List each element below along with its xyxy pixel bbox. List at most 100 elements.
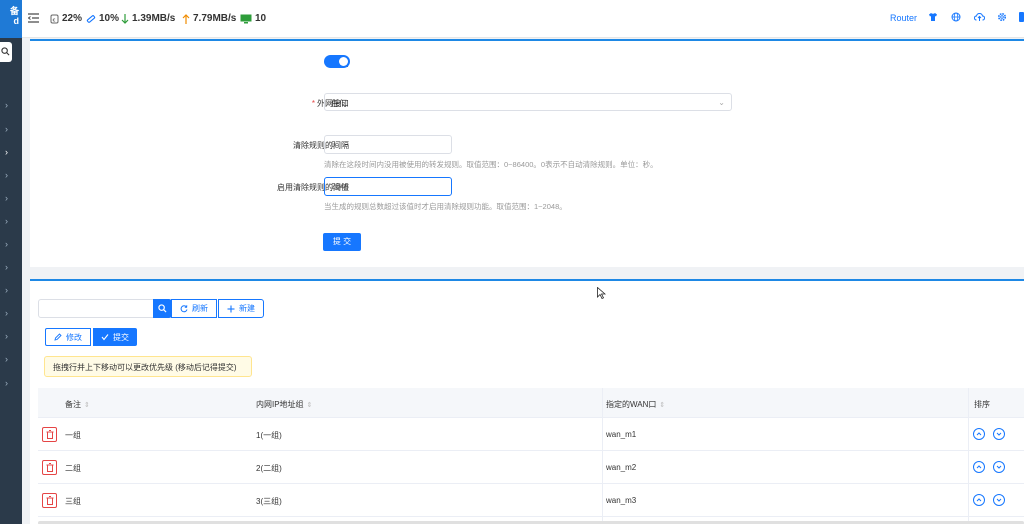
move-down-button[interactable] [993, 461, 1005, 473]
refresh-label: 刷新 [192, 304, 208, 313]
delete-button[interactable] [42, 460, 57, 475]
check-icon [101, 334, 109, 341]
sidebar-item-12-chevron-icon[interactable]: › [5, 354, 8, 364]
row-remark: 一组 [65, 431, 81, 440]
delete-button[interactable] [42, 427, 57, 442]
cpu-icon: c [50, 14, 59, 23]
move-up-button[interactable] [973, 494, 985, 506]
tshirt-icon[interactable] [928, 12, 938, 22]
edit-button[interactable]: 修改 [45, 328, 91, 346]
sidebar-item-8-chevron-icon[interactable]: › [5, 262, 8, 272]
upload-value: 7.79MB/s [193, 13, 237, 24]
delete-button[interactable] [42, 493, 57, 508]
sidebar-item-10-chevron-icon[interactable]: › [5, 308, 8, 318]
router-link[interactable]: Router [890, 13, 917, 23]
memory-value: 10% [99, 13, 120, 24]
upload-stat: 7.79MB/s [182, 13, 236, 24]
table-row[interactable]: 一组 1(一组) wan_m1 [38, 418, 1024, 451]
sidebar-search-button[interactable] [0, 42, 12, 62]
move-up-button[interactable] [973, 461, 985, 473]
table-submit-label: 提交 [113, 332, 129, 342]
chevron-up-icon [976, 498, 982, 502]
trash-icon [46, 496, 54, 505]
table-row[interactable]: 二组 2(二组) wan_m2 [38, 451, 1024, 484]
column-header-wan-text: 指定的WAN口 [606, 400, 657, 409]
move-down-button[interactable] [993, 428, 1005, 440]
sidebar-item-1-chevron-icon[interactable]: › [5, 100, 8, 110]
table-header: 备注 ⇕ 内网IP地址组 ⇕ 指定的WAN口 ⇕ 排序 [38, 388, 1024, 418]
gear-icon[interactable] [997, 12, 1007, 22]
logo-line-1: 备 [9, 6, 19, 16]
column-header-wan[interactable]: 指定的WAN口 ⇕ [606, 399, 665, 410]
sidebar-item-7-chevron-icon[interactable]: › [5, 239, 8, 249]
column-header-remark[interactable]: 备注 ⇕ [65, 399, 90, 410]
wan-interface-select[interactable]: 任何 ⌄ [324, 93, 732, 111]
chevron-down-icon [996, 432, 1002, 436]
row-remark: 二组 [65, 464, 81, 473]
clear-threshold-input[interactable]: 2048 [324, 177, 452, 196]
sidebar-item-3-chevron-icon[interactable]: › [5, 147, 8, 157]
sidebar: 备 d › › › › › › › › › › › › › [0, 0, 22, 524]
column-header-sort: 排序 [974, 400, 990, 409]
enable-toggle[interactable] [324, 55, 350, 68]
cpu-value: 22% [62, 13, 83, 24]
sidebar-item-5-chevron-icon[interactable]: › [5, 193, 8, 203]
row-ip-group: 2(二组) [256, 464, 282, 473]
sidebar-item-6-chevron-icon[interactable]: › [5, 216, 8, 226]
table-submit-button[interactable]: 提交 [93, 328, 137, 346]
column-header-ip-group-text: 内网IP地址组 [256, 400, 304, 409]
memory-icon [86, 14, 96, 23]
clear-interval-input[interactable]: 0 [324, 135, 452, 154]
devices-value: 10 [255, 13, 267, 24]
download-arrow-icon [121, 13, 129, 24]
sort-icon: ⇕ [306, 402, 313, 409]
trash-icon [46, 430, 54, 439]
memory-stat: 10% [86, 13, 119, 24]
menu-collapse-icon[interactable] [28, 13, 39, 23]
sidebar-item-13-chevron-icon[interactable]: › [5, 378, 8, 388]
search-button[interactable] [153, 299, 172, 318]
chevron-up-icon [976, 432, 982, 436]
app-logo[interactable]: 备 d [0, 0, 22, 38]
chevron-down-icon: ⌄ [718, 98, 725, 107]
sort-icon: ⇕ [659, 402, 666, 409]
row-ip-group: 3(三组) [256, 497, 282, 506]
refresh-icon [180, 304, 188, 312]
table-row[interactable]: 三组 3(三组) wan_m3 [38, 484, 1024, 517]
sidebar-item-2-chevron-icon[interactable]: › [5, 124, 8, 134]
user-icon[interactable] [1019, 12, 1024, 22]
download-value: 1.39MB/s [132, 13, 176, 24]
row-wan: wan_m1 [606, 430, 637, 439]
logo-line-2: d [13, 16, 20, 26]
move-down-button[interactable] [993, 494, 1005, 506]
sidebar-item-9-chevron-icon[interactable]: › [5, 285, 8, 295]
top-bar: c 22% 10% 1.39MB/s 7.79MB/s 10 Router [22, 0, 1024, 38]
chevron-down-icon [996, 465, 1002, 469]
sidebar-item-4-chevron-icon[interactable]: › [5, 170, 8, 180]
chevron-up-icon [976, 465, 982, 469]
sort-icon: ⇕ [84, 402, 90, 409]
monitor-icon [240, 14, 252, 23]
globe-icon[interactable] [951, 12, 961, 22]
search-input[interactable] [38, 299, 154, 318]
settings-form-panel: 启用 *外网接口 任何 ⌄ 清除规则的间隔 0 清除在这段时间内没用被使用的转发… [30, 39, 1024, 267]
clear-threshold-hint: 当生成的规则总数超过该值时才启用清除规则功能。取值范围：1~2048。 [324, 202, 567, 211]
column-header-ip-group[interactable]: 内网IP地址组 ⇕ [256, 399, 312, 410]
chevron-down-icon [996, 498, 1002, 502]
sidebar-item-11-chevron-icon[interactable]: › [5, 331, 8, 341]
drag-priority-notice: 拖拽行并上下移动可以更改优先级 (移动后记得提交) [44, 356, 252, 377]
search-icon [1, 47, 10, 56]
rules-table-panel: 刷新 新建 修改 提交 拖拽行并上下移动可以更改优先级 (移动后记得提交) 备注… [30, 279, 1024, 524]
form-submit-button[interactable]: 提 交 [323, 233, 361, 251]
move-up-button[interactable] [973, 428, 985, 440]
refresh-button[interactable]: 刷新 [171, 299, 217, 318]
clear-interval-hint: 清除在这段时间内没用被使用的转发规则。取值范围：0~86400。0表示不自动清除… [324, 160, 658, 169]
mouse-cursor-icon [597, 287, 606, 299]
row-ip-group: 1(一组) [256, 431, 282, 440]
new-button[interactable]: 新建 [218, 299, 264, 318]
plus-icon [227, 305, 235, 312]
cpu-stat: c 22% [50, 13, 82, 24]
required-asterisk: * [311, 99, 315, 108]
cloud-upload-icon[interactable] [974, 12, 985, 22]
upload-arrow-icon [182, 13, 190, 24]
